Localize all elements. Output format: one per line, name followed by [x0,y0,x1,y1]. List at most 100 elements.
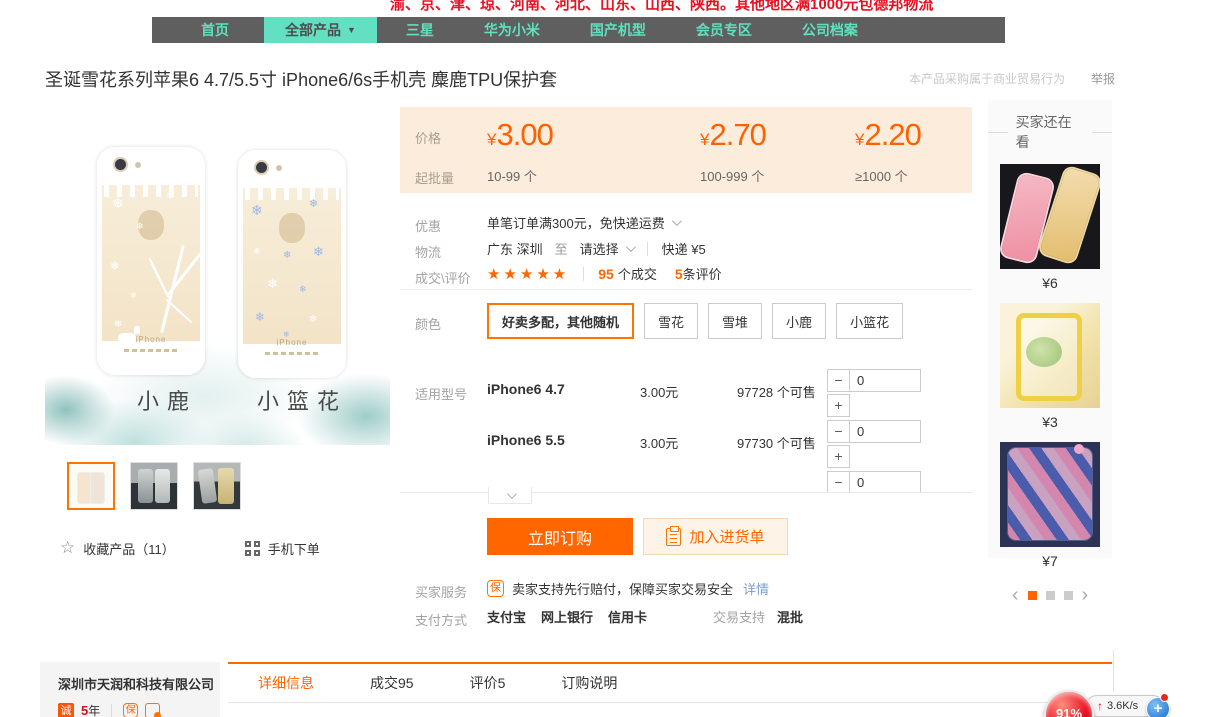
moq-tier-2: 100-999 个 [700,166,764,185]
phone-case-snowflakes: ❄ ❄ ❄ ❄ ❄ ❄ ❄ ❄ ❄ ❄ iPhone [238,150,346,378]
payment-netbank: 网上银行 [541,607,593,626]
snowflake-icon: ❄ [136,222,144,231]
minus-button[interactable]: − [827,420,850,443]
snowflake-icon: ❄ [313,245,324,258]
thumbnail-3[interactable] [193,462,241,510]
color-option-snowpile[interactable]: 雪堆 [708,303,762,339]
add-to-cart-button[interactable]: 加入进货单 [643,518,788,555]
trade-notice: 本产品采购属于商业贸易行为 [909,70,1065,87]
minus-button[interactable]: − [827,369,850,392]
related-product-2-image[interactable] [1000,303,1100,408]
model-label: 适用型号 [415,384,467,403]
shipping-promo-marquee: 渝、京、津、琼、河南、河北、山东、山西、陕西。其他地区满1000元包德邦物流 [390,0,933,14]
price-label: 价格 [415,128,441,147]
quantity-input[interactable] [850,420,921,443]
nav-item-huawei-xiaomi[interactable]: 华为小米 [463,17,561,43]
case-label-deer: 小鹿 [137,384,197,416]
title-meta: 本产品采购属于商业贸易行为 举报 [909,70,1115,87]
pager-dot-2[interactable] [1046,591,1055,600]
payment-label: 支付方式 [415,610,467,629]
product-page: 渝、京、津、琼、河南、河北、山东、山西、陕西。其他地区满1000元包德邦物流 首… [0,0,1223,717]
color-option-random[interactable]: 好卖多配，其他随机 [487,303,634,339]
color-option-snowflake[interactable]: 雪花 [644,303,698,339]
trade-support-value: 混批 [777,607,803,626]
related-product-3-image[interactable] [1000,442,1100,547]
tab-deals[interactable]: 成交95 [370,673,414,693]
thumbnail-2[interactable] [130,462,178,510]
snowflake-icon: ❄ [255,311,265,323]
snowflake-icon: ❄ [112,196,124,210]
chevron-down-icon [626,242,636,252]
payment-alipay: 支付宝 [487,607,526,626]
upload-arrow-icon: ↑ [1097,699,1103,713]
nav-item-all-products[interactable]: 全部产品 ▼ [264,17,377,43]
mobile-order-button[interactable]: 手机下单 [268,539,320,558]
snowflake-icon: ❄ [283,251,291,261]
buyer-service-row: 保 卖家支持先行赔付，保障买家交易安全 详情 [487,579,769,598]
payment-creditcard: 信用卡 [608,607,647,626]
tab-order-notes[interactable]: 订购说明 [561,673,617,693]
moq-label: 起批量 [415,168,454,187]
guarantee-icon: 保 [487,580,504,597]
model-row-3: − [487,469,972,493]
service-details-link[interactable]: 详情 [743,579,769,598]
notification-dot [1160,693,1169,702]
action-buttons: 立即订购 加入进货单 [487,518,788,555]
reviews-count[interactable]: 5 [675,266,683,282]
promo-row[interactable]: 单笔订单满300元，免快递运费 [487,213,679,232]
snowflake-icon: ❄ [309,199,318,210]
color-options: 好卖多配，其他随机 雪花 雪堆 小鹿 小篮花 [487,303,903,339]
quantity-input[interactable] [850,471,921,493]
moq-tier-1: 10-99 个 [487,166,537,185]
product-main-image[interactable]: ❄ ❄ ❄ ❄ ❄ ❄ iPhone ❄ ❄ ❄ ❄ ❄ ❄ ❄ ❄ ❄ ❄ [45,100,390,445]
minus-button[interactable]: − [827,471,850,493]
related-products-sidebar: 买家还在看 ¥6 ¥3 ¥7 ‹ › [988,100,1112,558]
chevron-down-icon [506,489,516,499]
company-name[interactable]: 深圳市天润和科技有限公司 [58,674,220,693]
pager-dot-3[interactable] [1064,591,1073,600]
color-option-basket[interactable]: 小篮花 [836,303,903,339]
plus-button[interactable]: + [827,394,850,417]
guarantee-icon: 保 [123,703,138,717]
moq-tier-3: ≥1000 个 [855,166,908,185]
model-row-1: iPhone6 4.7 3.00元 97728 个可售 − + [487,367,972,417]
tab-reviews[interactable]: 评价5 [470,673,506,693]
model-row-2: iPhone6 5.5 3.00元 97730 个可售 − + [487,418,972,468]
ship-from: 广东 深圳 [487,239,543,258]
main-navbar: 首页 全部产品 ▼ 三星 华为小米 国产机型 会员专区 公司档案 [152,17,1005,43]
chevron-down-icon: ▼ [347,25,356,35]
snowflake-icon: ❄ [166,192,174,202]
snowflake-icon: ❄ [110,260,120,272]
snowflake-icon: ❄ [251,203,263,217]
quantity-input[interactable] [850,369,921,392]
expand-models-button[interactable] [488,487,532,504]
color-option-deer[interactable]: 小鹿 [772,303,826,339]
destination-select[interactable]: 请选择 [580,239,619,258]
page-title: 圣诞雪花系列苹果6 4.7/5.5寸 iPhone6/6s手机壳 麋鹿TPU保护… [45,66,557,92]
related-product-1-image[interactable] [1000,164,1100,269]
favorite-button[interactable]: 收藏产品（11） [83,539,175,558]
prev-arrow-icon[interactable]: ‹ [1012,585,1019,605]
tab-detail-info[interactable]: 详细信息 [258,673,314,693]
deals-count[interactable]: 95 [598,266,614,282]
pager-dot-1[interactable] [1028,591,1037,600]
order-now-button[interactable]: 立即订购 [487,518,633,555]
next-arrow-icon[interactable]: › [1082,585,1089,605]
report-link[interactable]: 举报 [1091,70,1115,87]
nav-item-members[interactable]: 会员专区 [675,17,773,43]
nav-item-company[interactable]: 公司档案 [781,17,879,43]
nav-item-home[interactable]: 首页 [180,17,250,43]
phone-case-deer: ❄ ❄ ❄ ❄ ❄ ❄ iPhone [97,147,205,375]
plus-button[interactable]: + [827,445,850,468]
related-product-3-price: ¥7 [988,553,1112,569]
express-fee: 快递 ¥5 [662,239,706,258]
nav-item-domestic[interactable]: 国产机型 [569,17,667,43]
sidebar-pagination: ‹ › [988,585,1112,605]
thumbnail-1[interactable] [67,462,115,510]
nav-item-samsung[interactable]: 三星 [385,17,455,43]
company-panel: 深圳市天润和科技有限公司 诚 5年 保 [40,662,220,717]
case-brand-text: iPhone [243,338,341,347]
deal-rating-row: ★★★★★ 95 个成交 5 条评价 [487,264,722,283]
star-rating-icons: ★★★★★ [487,265,569,283]
network-speed: 3.6K/s [1107,700,1138,712]
